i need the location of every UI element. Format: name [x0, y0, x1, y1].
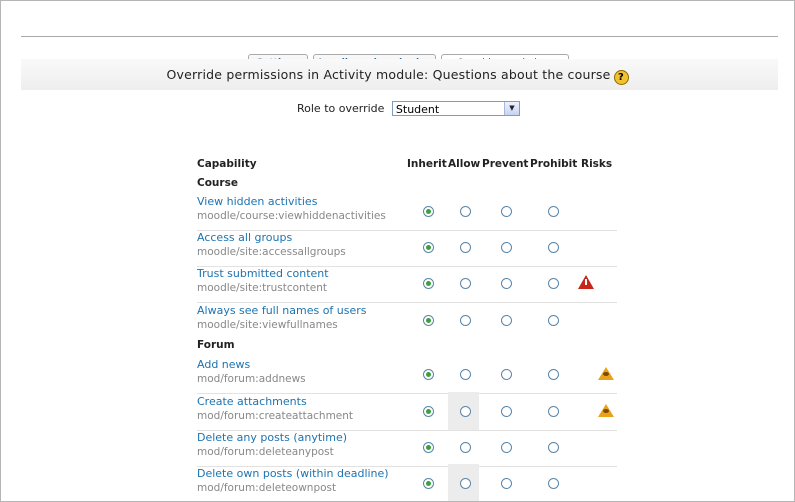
capability-key: mod/forum:deleteanypost — [197, 446, 334, 458]
role-select-value: Student — [395, 103, 440, 116]
radio-allow[interactable] — [460, 369, 471, 380]
radio-allow[interactable] — [460, 478, 471, 489]
radio-prevent[interactable] — [501, 406, 512, 417]
col-allow: Allow — [448, 158, 481, 170]
radio-prevent[interactable] — [501, 278, 512, 289]
capability-key: moodle/course:viewhiddenactivities — [197, 210, 386, 222]
table-row: View hidden activities moodle/course:view… — [197, 194, 617, 231]
radio-prevent[interactable] — [501, 478, 512, 489]
section-course: Course — [197, 177, 238, 189]
table-row: Access all groups moodle/site:accessallgr… — [197, 230, 617, 267]
radio-prevent[interactable] — [501, 206, 512, 217]
table-row: Delete any posts (anytime) mod/forum:dele… — [197, 430, 617, 467]
radio-inherit[interactable] — [423, 206, 434, 217]
radio-prohibit[interactable] — [548, 442, 559, 453]
capability-key: moodle/site:viewfullnames — [197, 319, 338, 331]
capability-key: moodle/site:trustcontent — [197, 282, 328, 294]
col-prevent: Prevent — [482, 158, 529, 170]
capability-name[interactable]: Always see full names of users — [197, 304, 367, 317]
role-select[interactable]: Student ▼ — [391, 101, 520, 116]
col-inherit: Inherit — [407, 158, 447, 170]
capability-name[interactable]: Delete any posts (anytime) — [197, 431, 347, 444]
col-risks: Risks — [581, 158, 613, 170]
chevron-down-icon[interactable]: ▼ — [503, 102, 519, 115]
role-selector: Role to override Student ▼ — [297, 101, 520, 116]
capability-name[interactable]: View hidden activities — [197, 195, 317, 208]
capability-key: mod/forum:createattachment — [197, 410, 354, 422]
radio-allow[interactable] — [460, 206, 471, 217]
capability-name[interactable]: Add news — [197, 358, 250, 371]
capability-key: mod/forum:addnews — [197, 373, 306, 385]
tab-bar: Settings Locally assigned roles Override… — [21, 36, 778, 73]
radio-allow[interactable] — [460, 315, 471, 326]
col-capability: Capability — [197, 158, 257, 170]
capability-name[interactable]: Delete own posts (within deadline) — [197, 467, 389, 480]
table-row: Add news mod/forum:addnews — [197, 357, 617, 394]
table-row: Always see full names of users moodle/sit… — [197, 303, 617, 339]
radio-inherit[interactable] — [423, 242, 434, 253]
spam-risk-icon — [598, 367, 614, 380]
radio-prevent[interactable] — [501, 242, 512, 253]
table-row: Delete own posts (within deadline) mod/fo… — [197, 464, 617, 501]
page-frame: Settings Locally assigned roles Override… — [0, 0, 795, 502]
radio-prevent[interactable] — [501, 315, 512, 326]
radio-allow[interactable] — [460, 406, 471, 417]
radio-inherit[interactable] — [423, 406, 434, 417]
radio-inherit[interactable] — [423, 478, 434, 489]
radio-prohibit[interactable] — [548, 406, 559, 417]
radio-prevent[interactable] — [501, 369, 512, 380]
radio-prohibit[interactable] — [548, 206, 559, 217]
radio-allow[interactable] — [460, 278, 471, 289]
capability-name[interactable]: Trust submitted content — [197, 267, 329, 280]
capability-key: moodle/site:accessallgroups — [197, 246, 346, 258]
table-row: Create attachments mod/forum:createattach… — [197, 392, 617, 431]
radio-inherit[interactable] — [423, 315, 434, 326]
help-icon[interactable]: ? — [613, 70, 629, 85]
radio-prohibit[interactable] — [548, 369, 559, 380]
section-forum: Forum — [197, 339, 235, 351]
radio-prohibit[interactable] — [548, 242, 559, 253]
capability-name[interactable]: Access all groups — [197, 231, 292, 244]
xss-risk-icon — [578, 275, 594, 289]
radio-inherit[interactable] — [423, 442, 434, 453]
radio-inherit[interactable] — [423, 278, 434, 289]
capability-name[interactable]: Create attachments — [197, 395, 307, 408]
role-label: Role to override — [297, 101, 385, 115]
radio-allow[interactable] — [460, 442, 471, 453]
radio-inherit[interactable] — [423, 369, 434, 380]
radio-prohibit[interactable] — [548, 278, 559, 289]
radio-prohibit[interactable] — [548, 315, 559, 326]
col-prohibit: Prohibit — [530, 158, 578, 170]
radio-allow[interactable] — [460, 242, 471, 253]
table-row: Trust submitted content moodle/site:trust… — [197, 266, 617, 303]
page-title: Override permissions in Activity module:… — [1, 67, 794, 85]
radio-prevent[interactable] — [501, 442, 512, 453]
capability-key: mod/forum:deleteownpost — [197, 482, 337, 494]
page-title-text: Override permissions in Activity module:… — [166, 67, 611, 82]
spam-risk-icon — [598, 404, 614, 417]
radio-prohibit[interactable] — [548, 478, 559, 489]
